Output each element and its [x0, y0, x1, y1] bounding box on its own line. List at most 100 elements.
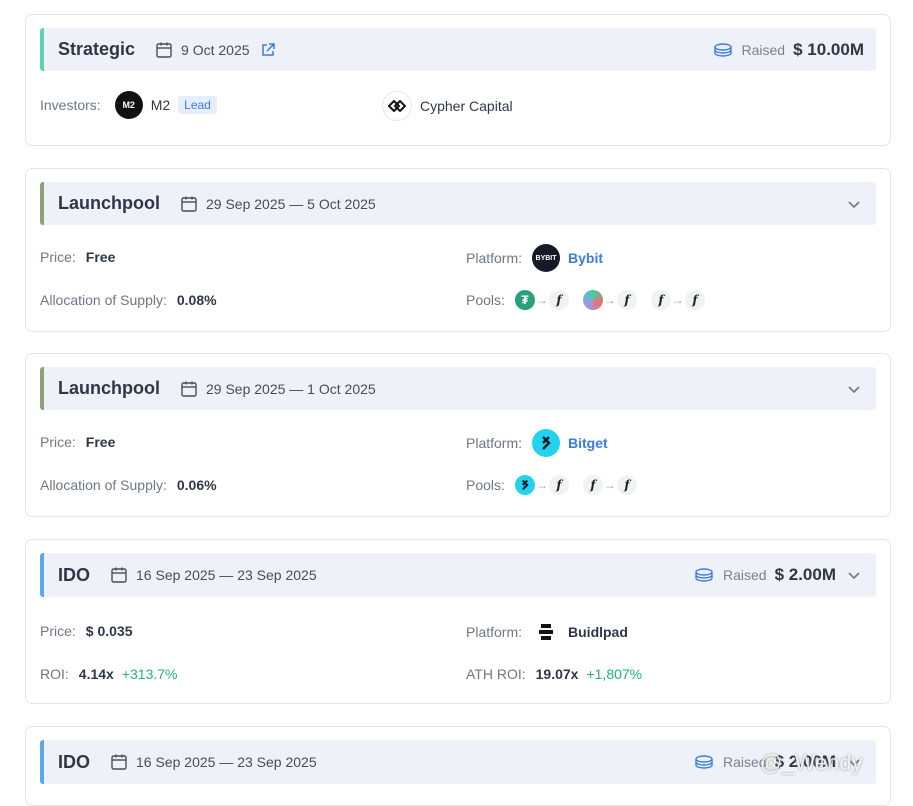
ath-roi-row: ATH ROI: 19.07x +1,807%: [466, 666, 642, 682]
price-value: Free: [85, 434, 116, 450]
round-header[interactable]: Launchpool 29 Sep 2025 — 1 Oct 2025: [40, 367, 876, 410]
platform-label: Platform:: [466, 624, 523, 640]
pool-self[interactable]: f → f: [582, 475, 637, 495]
roi-value: 4.14x: [78, 666, 114, 682]
roi-label: ROI:: [40, 666, 69, 682]
round-date: 29 Sep 2025 — 1 Oct 2025: [206, 380, 376, 397]
platform-link[interactable]: Buidlpad: [568, 624, 628, 640]
watermark: @_Wendy: [760, 750, 863, 775]
roi-row: ROI: 4.14x +313.7%: [40, 666, 178, 682]
lead-badge: Lead: [178, 96, 217, 114]
calendar-icon: [181, 381, 197, 397]
coins-icon: [713, 42, 732, 57]
round-header[interactable]: Launchpool 29 Sep 2025 — 5 Oct 2025: [40, 182, 876, 225]
platform-link[interactable]: Bybit: [568, 250, 603, 266]
platform-row: Platform: BYBIT Bybit: [466, 244, 603, 272]
round-card-launchpool-bitget: Launchpool 29 Sep 2025 — 1 Oct 2025 Pric…: [25, 353, 891, 517]
pools-label: Pools:: [466, 477, 505, 493]
platform-label: Platform:: [466, 435, 523, 451]
round-card-strategic: Strategic 9 Oct 2025 Raised $ 10.00M Inv…: [25, 14, 891, 146]
cypher-capital-logo: [382, 91, 412, 121]
round-header[interactable]: IDO 16 Sep 2025 — 23 Sep 2025 Raised $ 2…: [40, 740, 876, 784]
bgb-icon: [514, 475, 535, 495]
buidlpad-logo: [532, 618, 560, 646]
allocation-row: Allocation of Supply: 0.06%: [40, 477, 217, 493]
ath-roi-value: 19.07x: [535, 666, 579, 682]
raised-value: $ 2.00M: [774, 565, 836, 584]
pool-self[interactable]: f → f: [650, 290, 705, 310]
bybit-logo: BYBIT: [532, 244, 561, 272]
round-type: IDO: [58, 564, 91, 585]
round-date: 16 Sep 2025 — 23 Sep 2025: [136, 567, 317, 583]
ath-roi-percent: +1,807%: [586, 666, 643, 682]
arrow-icon: →: [535, 293, 548, 307]
calendar-icon: [181, 196, 197, 212]
price-value: $ 0.035: [85, 623, 133, 639]
chevron-down-icon[interactable]: [846, 196, 862, 212]
round-date: 16 Sep 2025 — 23 Sep 2025: [136, 754, 317, 770]
allocation-value: 0.06%: [176, 477, 217, 493]
coins-icon: [695, 755, 713, 769]
pools-label: Pools:: [466, 292, 505, 308]
round-type: Launchpool: [58, 378, 160, 398]
arrow-icon: →: [603, 478, 616, 492]
arrow-icon: →: [671, 293, 684, 307]
raised-amount: Raised $ 2.00M: [693, 565, 836, 585]
pool-token-icon: f: [616, 475, 637, 495]
calendar-icon: [156, 42, 172, 58]
allocation-value: 0.08%: [176, 292, 217, 308]
platform-label: Platform:: [466, 250, 523, 266]
mnt-icon: [582, 290, 603, 310]
pool-bgb[interactable]: → f: [514, 475, 569, 495]
round-card-launchpool-bybit: Launchpool 29 Sep 2025 — 5 Oct 2025 Pric…: [25, 168, 891, 332]
round-date: 29 Sep 2025 — 5 Oct 2025: [206, 195, 376, 212]
external-link-icon[interactable]: [260, 42, 276, 58]
usdt-icon: ₮: [514, 290, 535, 310]
pool-usdt[interactable]: ₮ → f: [514, 290, 569, 310]
price-label: Price:: [40, 249, 76, 265]
round-type: Launchpool: [58, 193, 160, 213]
m2-logo: M2: [114, 91, 143, 119]
price-row: Price: Free: [40, 434, 115, 450]
chevron-down-icon[interactable]: [846, 381, 862, 397]
raised-label: Raised: [722, 567, 767, 583]
round-date: 9 Oct 2025: [181, 41, 250, 58]
price-label: Price:: [40, 623, 76, 639]
round-card-ido: IDO 16 Sep 2025 — 23 Sep 2025 Raised $ 2…: [25, 539, 891, 704]
pool-token-icon: f: [548, 475, 569, 495]
chevron-down-icon[interactable]: [846, 567, 862, 583]
round-type: IDO: [58, 751, 91, 772]
calendar-icon: [111, 754, 127, 770]
pool-token-icon: f: [582, 475, 603, 495]
investor-m2[interactable]: M2: [151, 97, 170, 113]
investor-cypher-name: Cypher Capital: [420, 98, 513, 114]
platform-row: Platform: Buidlpad: [466, 618, 628, 646]
raised-label: Raised: [741, 41, 786, 58]
investors-row: Investors: M2 M2 Lead: [40, 91, 217, 119]
investor-cypher[interactable]: Cypher Capital: [382, 91, 513, 121]
raised-value: $ 10.00M: [793, 39, 864, 59]
investors-label: Investors:: [40, 97, 101, 113]
pools-row: Pools: ₮ → f → f f → f: [466, 290, 719, 310]
pool-token-icon: f: [684, 290, 705, 310]
price-row: Price: $ 0.035: [40, 623, 133, 639]
price-value: Free: [85, 249, 116, 265]
round-header[interactable]: Strategic 9 Oct 2025 Raised $ 10.00M: [40, 28, 876, 71]
platform-link[interactable]: Bitget: [568, 435, 608, 451]
price-label: Price:: [40, 434, 76, 450]
bitget-logo: [532, 429, 561, 457]
pool-token-icon: f: [650, 290, 671, 310]
round-header[interactable]: IDO 16 Sep 2025 — 23 Sep 2025 Raised $ 2…: [40, 553, 876, 597]
allocation-row: Allocation of Supply: 0.08%: [40, 292, 217, 308]
price-row: Price: Free: [40, 249, 115, 265]
pool-mnt[interactable]: → f: [582, 290, 637, 310]
roi-percent: +313.7%: [121, 666, 178, 682]
arrow-icon: →: [535, 478, 548, 492]
allocation-label: Allocation of Supply:: [40, 292, 167, 308]
arrow-icon: →: [603, 293, 616, 307]
calendar-icon: [111, 567, 127, 583]
ath-roi-label: ATH ROI:: [466, 666, 526, 682]
platform-row: Platform: Bitget: [466, 429, 608, 457]
pool-token-icon: f: [548, 290, 569, 310]
pool-token-icon: f: [616, 290, 637, 310]
